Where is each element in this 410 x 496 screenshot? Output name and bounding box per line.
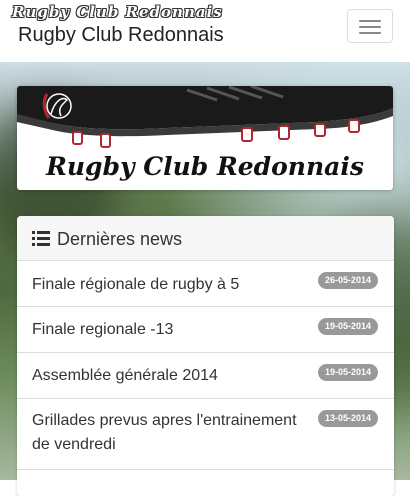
hamburger-icon-bar bbox=[359, 32, 381, 34]
news-date-badge: 26-05-2014 bbox=[317, 272, 378, 289]
news-item[interactable]: Finale regionale -13 19-05-2014 bbox=[17, 307, 394, 353]
news-item-title: Assemblée générale 2014 bbox=[32, 367, 218, 384]
news-heading-title: Dernières news bbox=[57, 229, 183, 249]
news-item[interactable]: Finale régionale de rugby à 5 26-05-2014 bbox=[17, 261, 394, 307]
news-date-badge: 13-05-2014 bbox=[317, 410, 378, 427]
news-date-badge: 19-05-2014 bbox=[317, 364, 378, 381]
news-date-badge: 19-05-2014 bbox=[317, 318, 378, 335]
news-item-title: Finale regionale -13 bbox=[32, 321, 174, 338]
hamburger-icon-bar bbox=[359, 26, 381, 28]
brand-link[interactable]: Rugby Club Redonnais bbox=[18, 24, 224, 47]
site-logo-text: Rugby Club Redonnais bbox=[12, 3, 223, 21]
news-panel: Dernières news Finale régionale de rugby… bbox=[17, 216, 394, 496]
hamburger-icon bbox=[359, 20, 381, 22]
news-item-title: Finale régionale de rugby à 5 bbox=[32, 276, 240, 293]
banner-title: Rugby Club Redonnais bbox=[46, 152, 364, 181]
news-item[interactable]: Grillades prevus apres l'entrainement de… bbox=[17, 399, 394, 470]
menu-toggle-button[interactable] bbox=[347, 9, 393, 43]
news-item[interactable]: Assemblée générale 2014 19-05-2014 bbox=[17, 353, 394, 399]
list-icon bbox=[32, 231, 50, 246]
navbar: Rugby Club Redonnais Rugby Club Redonnai… bbox=[0, 0, 410, 62]
news-panel-heading: Dernières news bbox=[17, 216, 394, 261]
news-item-title: Grillades prevus apres l'entrainement de… bbox=[32, 412, 297, 453]
